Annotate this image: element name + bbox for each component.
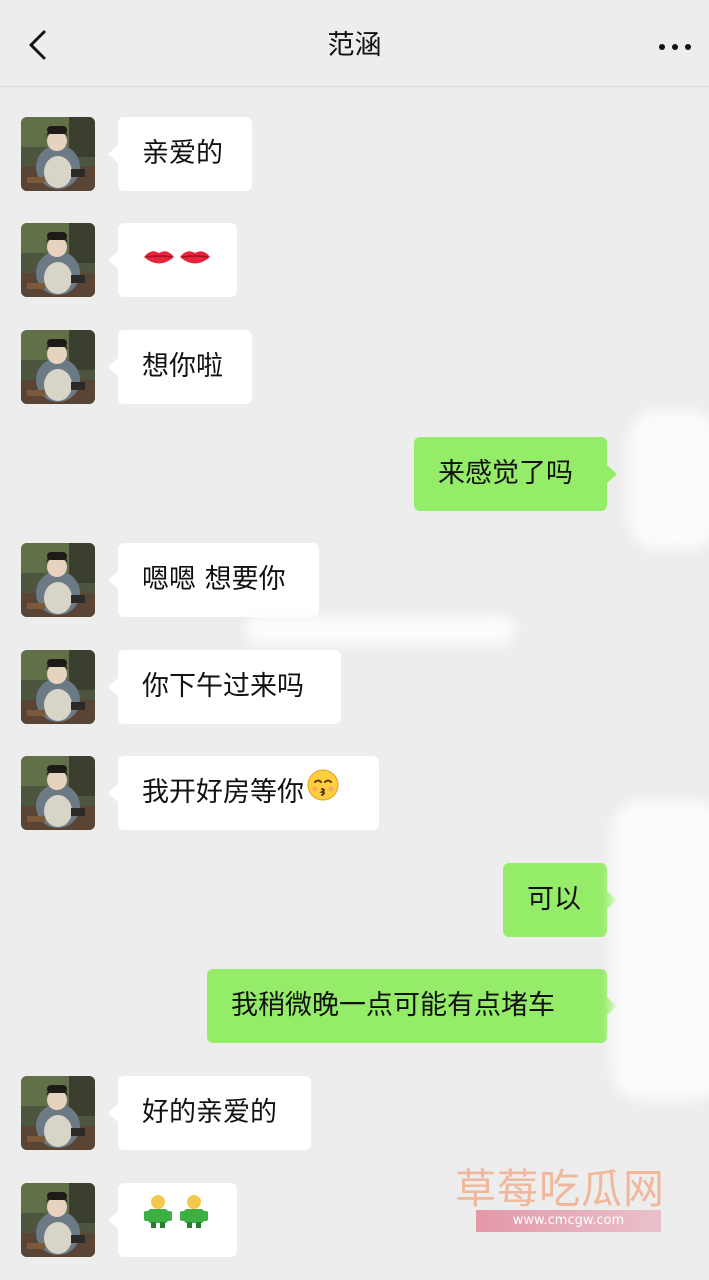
message-text: 你下午过来吗 xyxy=(142,671,304,702)
avatar[interactable] xyxy=(21,650,95,724)
message-text: 我开好房等你 xyxy=(142,777,304,808)
avatar[interactable] xyxy=(21,117,95,191)
message-row: 我开好房等你 xyxy=(0,756,709,830)
message-row xyxy=(0,223,709,297)
message-row: 嗯嗯 想要你 xyxy=(0,543,709,617)
message-row: 好的亲爱的 xyxy=(0,1076,709,1150)
message-text: 亲爱的 xyxy=(142,138,223,169)
message-row: 可以 xyxy=(0,863,709,937)
message-text: 来感觉了吗 xyxy=(438,458,573,489)
message-row: 我稍微晚一点可能有点堵车 xyxy=(0,969,709,1043)
message-bubble[interactable]: 来感觉了吗 xyxy=(414,437,617,511)
redaction-overlay xyxy=(612,800,709,1100)
watermark-url: www.cmcgw.com xyxy=(476,1210,661,1232)
avatar[interactable] xyxy=(21,543,95,617)
more-dot xyxy=(685,44,691,50)
more-button[interactable] xyxy=(657,30,693,62)
message-bubble[interactable]: 我稍微晚一点可能有点堵车 xyxy=(207,969,617,1043)
kissing-face-emoji xyxy=(306,757,340,831)
green-figure-emoji xyxy=(142,1184,212,1258)
message-bubble[interactable]: 可以 xyxy=(503,863,617,937)
message-row: 你下午过来吗 xyxy=(0,650,709,724)
more-dot xyxy=(672,44,678,50)
message-text: 我稍微晚一点可能有点堵车 xyxy=(231,990,555,1021)
message-bubble[interactable]: 嗯嗯 想要你 xyxy=(108,543,319,617)
message-bubble[interactable]: 好的亲爱的 xyxy=(108,1076,311,1150)
message-row: 亲爱的 xyxy=(0,117,709,191)
message-row: 想你啦 xyxy=(0,330,709,404)
avatar[interactable] xyxy=(21,1183,95,1257)
message-bubble[interactable]: 想你啦 xyxy=(108,330,252,404)
message-text: 嗯嗯 想要你 xyxy=(142,564,286,595)
more-dot xyxy=(659,44,665,50)
chat-header: 范涵 xyxy=(0,0,709,87)
watermark-title: 草莓吃瓜网 xyxy=(455,1165,665,1213)
message-text: 想你啦 xyxy=(142,351,223,382)
message-text: 可以 xyxy=(527,884,581,915)
avatar[interactable] xyxy=(21,330,95,404)
message-bubble[interactable]: 我开好房等你 xyxy=(108,756,379,831)
chat-title: 范涵 xyxy=(327,30,382,61)
message-bubble[interactable] xyxy=(108,223,237,298)
avatar[interactable] xyxy=(21,223,95,297)
message-bubble[interactable]: 亲爱的 xyxy=(108,117,252,191)
message-text: 好的亲爱的 xyxy=(142,1097,277,1128)
avatar[interactable] xyxy=(21,756,95,830)
lips-emoji xyxy=(142,224,214,298)
redaction-overlay xyxy=(245,615,515,645)
avatar[interactable] xyxy=(21,1076,95,1150)
message-row: 来感觉了吗 xyxy=(0,437,709,511)
message-bubble[interactable] xyxy=(108,1183,237,1258)
message-bubble[interactable]: 你下午过来吗 xyxy=(108,650,341,724)
redaction-overlay xyxy=(628,410,709,550)
